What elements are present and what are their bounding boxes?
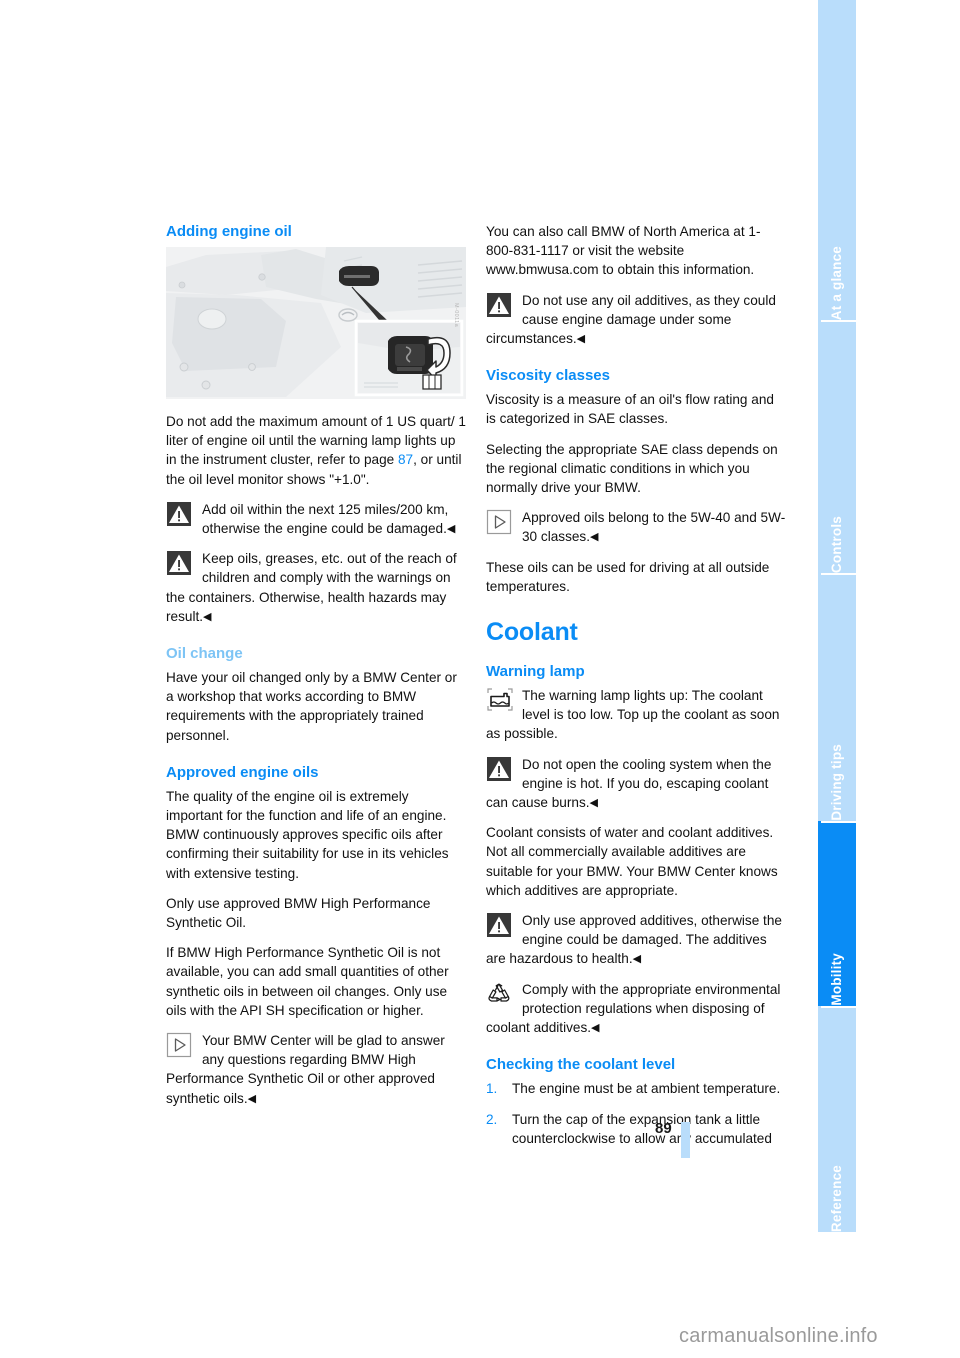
recycle-icon <box>488 983 510 1002</box>
step-number: 1. <box>486 1081 498 1097</box>
list-item: 2. Turn the cap of the expansion tank a … <box>486 1110 786 1148</box>
tab-controls[interactable]: Controls <box>818 320 856 573</box>
note-do-not-open-cooling-system: Do not open the cooling system when the … <box>486 755 786 813</box>
tab-at-a-glance[interactable]: At a glance <box>818 0 856 320</box>
note-bmw-center-info: Your BMW Center will be glad to answer a… <box>166 1031 466 1108</box>
note-play-icon <box>166 1032 192 1058</box>
warning-triangle-icon <box>167 501 191 526</box>
note-text: Add oil within the next 125 miles/200 km… <box>202 501 449 537</box>
page-number: 89 <box>655 1120 672 1137</box>
oil-filler-cap <box>339 266 379 286</box>
note-text: The warning lamp lights up: The coolant … <box>486 688 780 742</box>
coolant-level-lamp-icon <box>487 688 513 711</box>
heading-warning-lamp: Warning lamp <box>486 663 585 681</box>
coolant-check-steps: 1. The engine must be at ambient tempera… <box>486 1079 786 1148</box>
page-reference-87[interactable]: 87 <box>398 452 413 467</box>
para-selecting-sae-class: Selecting the appropriate SAE class depe… <box>486 441 778 496</box>
end-mark: ◀ <box>576 333 586 346</box>
para-oil-change: Have your oil changed only by a BMW Cent… <box>166 670 457 743</box>
para-do-not-add: Do not add the maximum amount of 1 US qu… <box>166 412 466 489</box>
note-only-approved-additives: Only use approved additives, otherwise t… <box>486 911 786 969</box>
para-coolant-consists: Coolant consists of water and coolant ad… <box>486 825 778 898</box>
note-play-icon <box>486 510 512 535</box>
figure-callout-inset <box>354 319 464 397</box>
heading-oil-change: Oil change <box>166 645 243 663</box>
note-approved-oil-classes: Approved oils belong to the 5W-40 and 5W… <box>486 508 786 546</box>
note-text: Your BMW Center will be glad to answer a… <box>166 1033 445 1106</box>
note-text: Do not open the cooling system when the … <box>486 756 772 811</box>
note-environmental-disposal: Comply with the appropriate environmenta… <box>486 980 786 1038</box>
warning-triangle-icon <box>487 292 511 317</box>
para-if-not-available: If BMW High Performance Synthetic Oil is… <box>166 945 449 1018</box>
manual-page: At a glance Controls Driving tips Mobili… <box>0 0 960 1358</box>
note-text: Approved oils belong to the 5W-40 and 5W… <box>522 510 786 545</box>
figure-code-label: M-0011a <box>453 303 459 328</box>
tab-label: Mobility <box>829 953 844 1006</box>
right-column: You can also call BMW of North America a… <box>486 222 786 1159</box>
warning-triangle-icon <box>487 913 511 938</box>
watermark-text: carmanualsonline.info <box>679 1325 878 1347</box>
tab-label: At a glance <box>829 245 844 320</box>
end-mark: ◀ <box>632 953 642 966</box>
heading-approved-engine-oils: Approved engine oils <box>166 763 319 781</box>
end-mark: ◀ <box>446 523 456 536</box>
heading-checking-coolant-level: Checking the coolant level <box>486 1056 676 1074</box>
tab-label: Reference <box>829 1164 844 1232</box>
tab-label: Controls <box>829 515 844 573</box>
tab-mobility[interactable]: Mobility <box>818 821 856 1006</box>
para-call-bmw-na: You can also call BMW of North America a… <box>486 224 761 278</box>
note-no-oil-additives: Do not use any oil additives, as they co… <box>486 291 786 349</box>
note-coolant-warning-lamp: The warning lamp lights up: The coolant … <box>486 686 786 744</box>
note-text: Do not use any oil additives, as they co… <box>486 292 776 347</box>
step-text: The engine must be at ambient temperatur… <box>512 1081 781 1097</box>
note-keep-oils-warning: Keep oils, greases, etc. out of the reac… <box>166 549 466 626</box>
end-mark: ◀ <box>203 610 212 623</box>
warning-triangle-icon <box>487 756 511 781</box>
para-viscosity-measure: Viscosity is a measure of an oil's flow … <box>486 392 774 427</box>
para-all-outside-temperatures: These oils can be used for driving at al… <box>486 559 770 594</box>
list-item: 1. The engine must be at ambient tempera… <box>486 1079 786 1098</box>
tab-reference[interactable]: Reference <box>818 1006 856 1232</box>
note-text: Comply with the appropriate environmenta… <box>486 981 781 1036</box>
heading-viscosity-classes: Viscosity classes <box>486 367 610 385</box>
left-column: Adding engine oil M-0011a Do not add the… <box>166 222 466 1119</box>
end-mark: ◀ <box>247 1092 257 1105</box>
page-title-coolant: Coolant <box>486 618 578 647</box>
para-only-use-bmw-oil: Only use approved BMW High Performance S… <box>166 895 431 931</box>
warning-triangle-icon <box>167 551 191 576</box>
engine-photo-illustration <box>166 247 466 399</box>
step-number: 2. <box>486 1111 498 1127</box>
end-mark: ◀ <box>590 531 599 544</box>
engine-oil-filler-figure: M-0011a <box>166 247 466 399</box>
tab-label: Driving tips <box>829 744 844 821</box>
end-mark: ◀ <box>589 797 598 810</box>
para-oil-quality: The quality of the engine oil is extreme… <box>166 788 449 881</box>
chapter-tab-rail: At a glance Controls Driving tips Mobili… <box>818 0 856 1232</box>
heading-adding-engine-oil: Adding engine oil <box>166 223 292 240</box>
page-number-bar <box>681 1122 690 1158</box>
step-text: Turn the cap of the expansion tank a lit… <box>512 1111 772 1146</box>
tab-driving-tips[interactable]: Driving tips <box>818 573 856 821</box>
note-add-oil-warning: Add oil within the next 125 miles/200 km… <box>166 500 466 538</box>
end-mark: ◀ <box>591 1022 600 1035</box>
